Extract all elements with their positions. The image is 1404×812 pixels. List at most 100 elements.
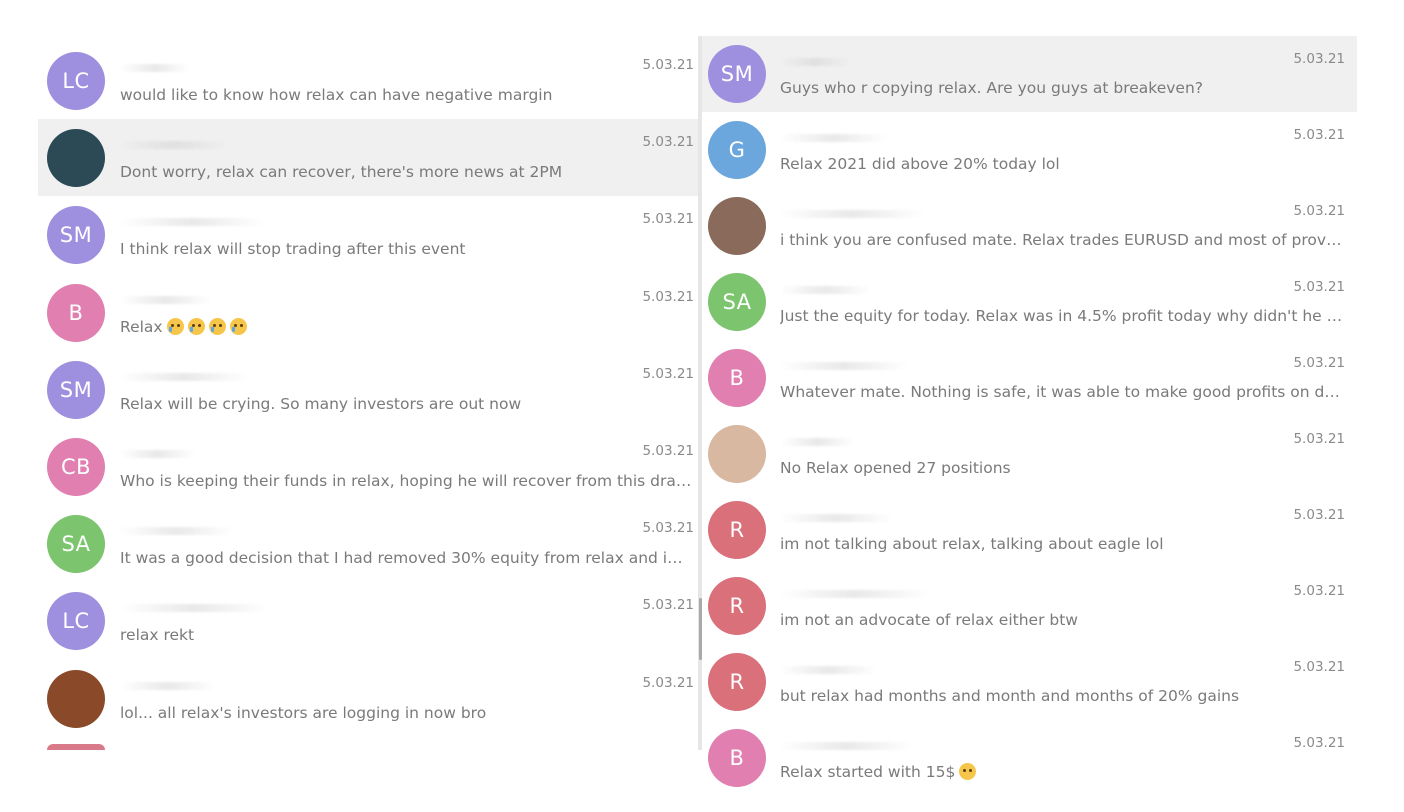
- chat-row[interactable]: 5.03.21 lol... all relax's investors are …: [38, 660, 702, 737]
- message-text: i think you are confused mate. Relax tra…: [780, 231, 1345, 249]
- message-text: Whatever mate. Nothing is safe, it was a…: [780, 383, 1345, 401]
- avatar: SM: [708, 45, 766, 103]
- chat-row[interactable]: SM 5.03.21 Relax will be crying. So many i…: [38, 351, 702, 428]
- chat-row[interactable]: LC 5.03.21 would like to know how relax ca…: [38, 42, 702, 119]
- chat-list-screenshot: LC 5.03.21 would like to know how relax ca…: [0, 0, 1404, 812]
- blurred-sender-name: [780, 742, 913, 750]
- avatar-initials: B: [729, 746, 745, 770]
- chat-row[interactable]: SM 5.03.21 Guys who r copying relax. Are y…: [702, 36, 1357, 112]
- chat-row[interactable]: B 5.03.21 Relax started with 15$: [702, 720, 1357, 796]
- message-text: lol... all relax's investors are logging…: [120, 703, 487, 722]
- avatar: [708, 425, 766, 483]
- message-preview: Whatever mate. Nothing is safe, it was a…: [780, 383, 1345, 401]
- message-date: 5.03.21: [642, 134, 694, 151]
- chat-row[interactable]: 5.03.21 No Relax opened 27 positions: [702, 416, 1357, 492]
- tear-drop: [189, 326, 193, 332]
- chat-row[interactable]: R 5.03.21 but relax had months and month a…: [702, 644, 1357, 720]
- chat-row[interactable]: SA 5.03.21 It was a good decision that I h…: [38, 505, 702, 582]
- message-preview: im not talking about relax, talking abou…: [780, 535, 1345, 553]
- message-preview: No Relax opened 27 positions: [780, 459, 1345, 477]
- blurred-sender-name: [780, 134, 887, 142]
- message-date: 5.03.21: [642, 442, 694, 459]
- message-text: It was a good decision that I had remove…: [120, 549, 692, 568]
- message-text: Just the equity for today. Relax was in …: [780, 307, 1345, 325]
- blurred-sender-name: [780, 514, 892, 522]
- avatar: LC: [47, 52, 105, 110]
- avatar-initials: R: [729, 594, 745, 618]
- chat-row[interactable]: LC 5.03.21 relax rekt: [38, 582, 702, 659]
- message-text: Dont worry, relax can recover, there's m…: [120, 163, 563, 182]
- avatar: [47, 669, 105, 728]
- avatar: R: [708, 577, 766, 635]
- chat-row[interactable]: B 5.03.21 Whatever mate. Nothing is safe, …: [702, 340, 1357, 416]
- message-preview: Just the equity for today. Relax was in …: [780, 307, 1345, 325]
- chat-row[interactable]: SA 5.03.21 Just the equity for today. Rela…: [702, 264, 1357, 340]
- avatar: LC: [47, 592, 105, 651]
- message-date: 5.03.21: [1293, 735, 1345, 751]
- avatar: SM: [47, 206, 105, 265]
- avatar-initials: CB: [60, 454, 92, 479]
- message-date: 5.03.21: [642, 597, 694, 614]
- avatar: R: [708, 653, 766, 711]
- chat-row[interactable]: 5.03.21 Dont worry, relax can recover, th…: [38, 119, 702, 197]
- blurred-sender-name: [780, 438, 855, 446]
- chat-row[interactable]: B 5.03.21 Relax: [38, 274, 702, 351]
- message-date: 5.03.21: [642, 288, 694, 305]
- blurred-sender-name: [120, 141, 227, 150]
- message-preview: Relax 2021 did above 20% today lol: [780, 155, 1345, 173]
- chat-list-left[interactable]: LC 5.03.21 would like to know how relax ca…: [38, 42, 702, 750]
- message-preview: i think you are confused mate. Relax tra…: [780, 231, 1345, 249]
- message-text: im not talking about relax, talking abou…: [780, 535, 1164, 553]
- message-date: 5.03.21: [1293, 51, 1345, 67]
- blurred-sender-name: [780, 58, 850, 66]
- chat-row[interactable]: R 5.03.21 im not an advocate of relax eith…: [702, 568, 1357, 644]
- avatar-partial: [47, 744, 105, 750]
- blurred-sender-name: [780, 362, 908, 370]
- message-text: Who is keeping their funds in relax, hop…: [120, 471, 692, 490]
- message-date: 5.03.21: [642, 674, 694, 691]
- chat-row[interactable]: R 5.03.21 im not talking about relax, talk…: [702, 492, 1357, 568]
- chat-list-right[interactable]: SM 5.03.21 Guys who r copying relax. Are y…: [702, 36, 1357, 798]
- avatar-initials: SA: [722, 290, 752, 314]
- avatar-initials: G: [728, 138, 746, 162]
- avatar: SA: [47, 515, 105, 574]
- tear-drop: [210, 326, 214, 332]
- message-text: Relax started with 15$: [780, 763, 956, 781]
- message-preview: Relax started with 15$: [780, 763, 1345, 781]
- chat-row[interactable]: 5.03.21 i think you are confused mate. Re…: [702, 188, 1357, 264]
- message-preview: but relax had months and month and month…: [780, 687, 1345, 705]
- blurred-sender-name: [120, 295, 211, 304]
- message-date: 5.03.21: [1293, 279, 1345, 295]
- chat-row[interactable]: G 5.03.21 Relax 2021 did above 20% today l…: [702, 112, 1357, 188]
- chat-row[interactable]: SM 5.03.21 I think relax will stop trading…: [38, 196, 702, 273]
- message-text: im not an advocate of relax either btw: [780, 611, 1078, 629]
- avatar: SM: [47, 360, 105, 419]
- chat-row[interactable]: CB 5.03.21 Who is keeping their funds in r…: [38, 428, 702, 505]
- blurred-sender-name: [120, 218, 264, 227]
- crying-face-icon: [229, 317, 247, 335]
- message-text: but relax had months and month and month…: [780, 687, 1240, 705]
- message-text: Relax: [120, 317, 163, 336]
- blurred-sender-name: [780, 210, 924, 218]
- crying-face-icon: [208, 317, 226, 335]
- message-text: Relax 2021 did above 20% today lol: [780, 155, 1060, 173]
- message-date: 5.03.21: [1293, 507, 1345, 523]
- message-preview: relax rekt: [120, 626, 692, 644]
- message-preview: im not an advocate of relax either btw: [780, 611, 1345, 629]
- avatar: B: [47, 283, 105, 342]
- message-date: 5.03.21: [1293, 127, 1345, 143]
- blurred-sender-name: [120, 681, 216, 690]
- message-preview: Dont worry, relax can recover, there's m…: [120, 163, 692, 181]
- message-date: 5.03.21: [642, 57, 694, 73]
- blurred-sender-name: [120, 64, 190, 72]
- tear-drop: [168, 326, 172, 332]
- avatar-initials: LC: [62, 69, 90, 93]
- avatar: CB: [47, 437, 105, 496]
- avatar-initials: R: [729, 670, 745, 694]
- avatar-initials: LC: [62, 609, 90, 634]
- message-date: 5.03.21: [642, 365, 694, 382]
- tear-drop: [231, 326, 235, 332]
- avatar: SA: [708, 273, 766, 331]
- message-text: Guys who r copying relax. Are you guys a…: [780, 79, 1204, 97]
- avatar: [708, 197, 766, 255]
